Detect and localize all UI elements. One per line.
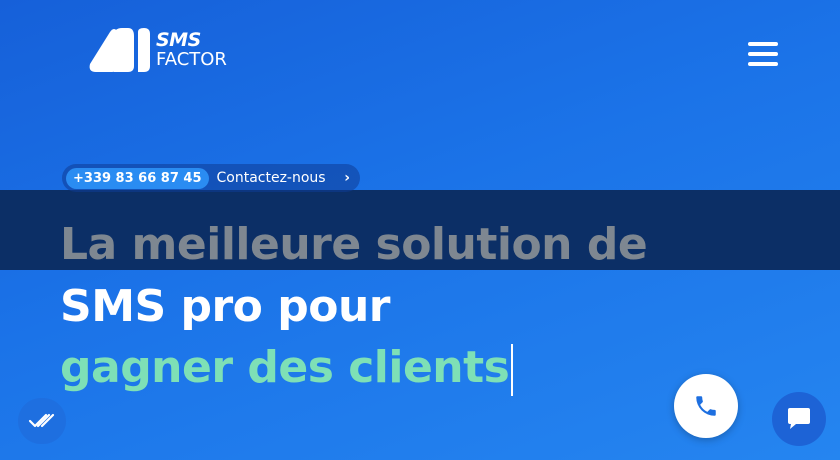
- chevron-right-icon: ›: [344, 170, 350, 186]
- hamburger-menu-icon[interactable]: [748, 42, 782, 70]
- accessibility-icon: [28, 413, 55, 428]
- logo-mark-icon: [88, 26, 152, 74]
- contact-pill[interactable]: +339 83 66 87 45 Contactez-nous ›: [62, 164, 360, 192]
- phone-number-badge[interactable]: +339 83 66 87 45: [66, 167, 209, 189]
- menu-bar: [748, 62, 778, 66]
- contact-us-link[interactable]: Contactez-nous: [217, 170, 326, 186]
- logo-line-sms: SMS: [156, 29, 201, 51]
- chat-bubble-icon: [788, 408, 810, 429]
- chat-button[interactable]: [772, 392, 826, 446]
- hero-headline-line-2: SMS pro pour: [60, 281, 390, 332]
- sms-factor-logo[interactable]: SMS FACTOR: [88, 26, 227, 74]
- hero-headline-line-3: gagner des clients: [60, 342, 514, 396]
- phone-icon: [696, 396, 716, 416]
- menu-bar: [748, 42, 778, 46]
- hero-headline-line-1: La meilleure solution de: [60, 219, 648, 270]
- accessibility-button[interactable]: [18, 398, 66, 444]
- menu-bar: [748, 52, 778, 56]
- logo-line-factor: FACTOR: [156, 49, 227, 70]
- typing-cursor: [511, 344, 514, 396]
- hero-highlight-text: gagner des clients: [60, 342, 510, 393]
- logo-text: SMS FACTOR: [156, 31, 227, 69]
- call-button[interactable]: [674, 374, 738, 438]
